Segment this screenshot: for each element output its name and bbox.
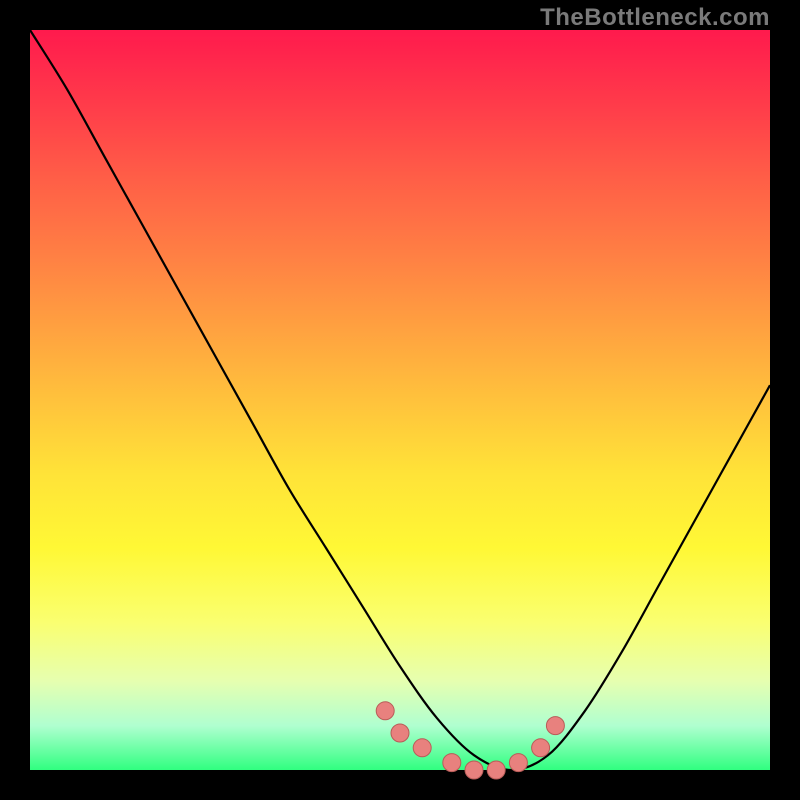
marker-point xyxy=(413,739,431,757)
marker-point xyxy=(376,702,394,720)
marker-point xyxy=(443,754,461,772)
highlight-markers xyxy=(376,702,564,779)
marker-point xyxy=(509,754,527,772)
marker-point xyxy=(465,761,483,779)
chart-container: TheBottleneck.com xyxy=(0,0,800,800)
marker-point xyxy=(391,724,409,742)
marker-point xyxy=(546,717,564,735)
plot-area xyxy=(30,30,770,770)
bottleneck-curve xyxy=(30,30,770,770)
watermark-text: TheBottleneck.com xyxy=(540,4,770,32)
marker-point xyxy=(487,761,505,779)
curve-layer xyxy=(30,30,770,770)
marker-point xyxy=(532,739,550,757)
